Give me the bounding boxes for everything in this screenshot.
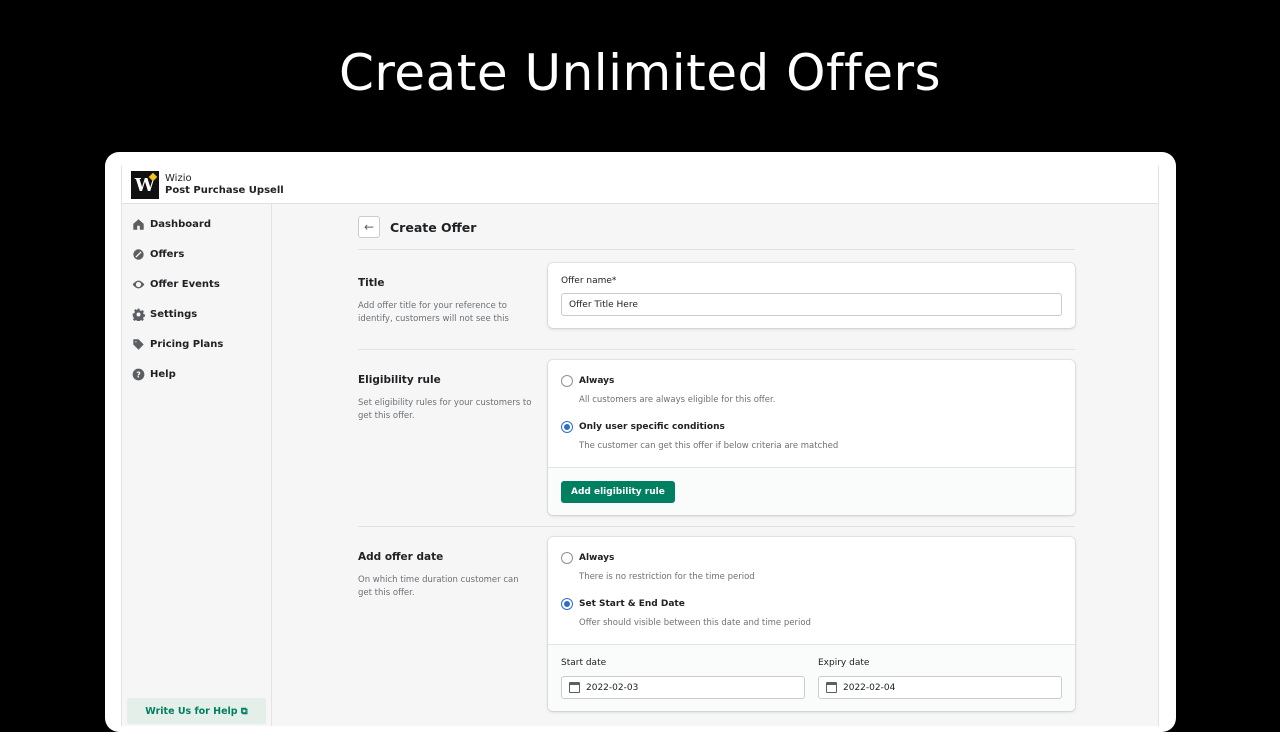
offer-name-input[interactable]: Offer Title Here (561, 293, 1062, 316)
tag-icon (133, 338, 144, 350)
sidebar-item-pricing-plans[interactable]: Pricing Plans (132, 334, 223, 354)
offer-name-label: Offer name* (561, 276, 617, 286)
divider (358, 526, 1075, 527)
radio-button[interactable] (561, 375, 573, 387)
write-us-help-button[interactable]: Write Us for Help ⧉ (127, 698, 266, 724)
home-icon (133, 218, 144, 230)
radio-button-selected[interactable] (561, 598, 573, 610)
title-section-description: Add offer title for your reference to id… (358, 301, 509, 324)
sidebar-item-dashboard[interactable]: Dashboard (132, 214, 211, 234)
eye-icon (132, 280, 145, 288)
brand-line-1: Wizio (165, 173, 192, 184)
calendar-icon (569, 682, 580, 693)
eligibility-card-footer: Add eligibility rule (548, 467, 1075, 515)
date-always-help: There is no restriction for the time per… (579, 572, 755, 582)
eligibility-card: Always All customers are always eligible… (548, 360, 1075, 515)
brand-name: Wizio Post Purchase Upsell (165, 173, 284, 197)
eligibility-specific-help: The customer can get this offer if below… (579, 441, 839, 451)
eligibility-heading: Eligibility rule (358, 374, 441, 386)
gear-icon (132, 308, 145, 321)
offer-date-heading: Add offer date (358, 551, 444, 563)
eligibility-description: Set eligibility rules for your customers… (358, 398, 532, 421)
offer-date-description: On which time duration customer can get … (358, 575, 519, 598)
discount-icon (133, 248, 144, 260)
app-shell: W Wizio Post Purchase Upsell Dashboard O… (121, 166, 1159, 726)
svg-text:?: ? (136, 370, 141, 379)
sidebar-item-offer-events[interactable]: Offer Events (132, 274, 220, 294)
offer-date-card: Always There is no restriction for the t… (548, 537, 1075, 711)
hero-banner: Create Unlimited Offers (0, 0, 1280, 152)
eligibility-always-option[interactable]: Always (561, 375, 614, 387)
radio-button-selected[interactable] (561, 421, 573, 433)
app-logo: W (131, 171, 159, 199)
page-title: Create Offer (390, 219, 477, 235)
brand-line-2: Post Purchase Upsell (165, 185, 284, 196)
start-date-input[interactable]: 2022-02-03 (561, 676, 805, 699)
title-section-heading: Title (358, 277, 385, 289)
app-window: W Wizio Post Purchase Upsell Dashboard O… (105, 152, 1176, 732)
question-icon: ? (132, 368, 145, 380)
sidebar: Dashboard Offers Offer Events Settings P… (122, 204, 272, 726)
start-date-label: Start date (561, 658, 607, 668)
sidebar-item-offers[interactable]: Offers (132, 244, 184, 264)
back-button[interactable]: ← (358, 216, 380, 238)
add-eligibility-rule-button[interactable]: Add eligibility rule (561, 481, 675, 503)
main-content: ← Create Offer Title Add offer title for… (273, 204, 1160, 726)
date-card-footer: Start date 2022-02-03 Expiry date 2022-0… (548, 644, 1075, 711)
divider (358, 349, 1075, 350)
date-always-option[interactable]: Always (561, 552, 614, 564)
eligibility-always-help: All customers are always eligible for th… (579, 395, 776, 405)
top-bar: W Wizio Post Purchase Upsell (122, 166, 1158, 204)
title-card: Offer name* Offer Title Here (548, 263, 1075, 328)
page-header: ← Create Offer (358, 216, 476, 238)
arrow-left-icon: ← (363, 220, 375, 234)
sidebar-item-help[interactable]: ? Help (132, 364, 176, 384)
date-range-help: Offer should visible between this date a… (579, 618, 811, 628)
eligibility-specific-option[interactable]: Only user specific conditions (561, 421, 725, 433)
sidebar-item-settings[interactable]: Settings (132, 304, 197, 324)
calendar-icon (826, 682, 837, 693)
date-range-option[interactable]: Set Start & End Date (561, 598, 685, 610)
divider (358, 249, 1075, 250)
expiry-date-input[interactable]: 2022-02-04 (818, 676, 1062, 699)
radio-button[interactable] (561, 552, 573, 564)
expiry-date-label: Expiry date (818, 658, 870, 668)
hero-title: Create Unlimited Offers (338, 44, 942, 102)
